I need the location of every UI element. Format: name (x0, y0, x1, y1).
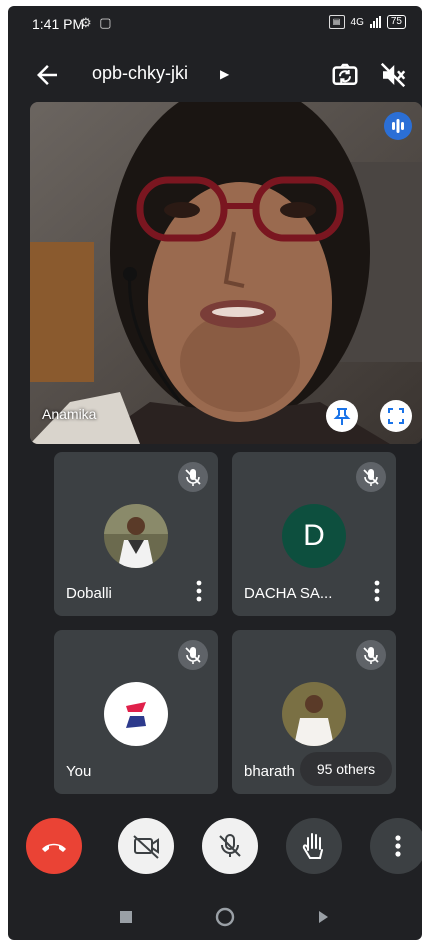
status-right-group: ▤ 4G 75 (328, 15, 406, 29)
back-icon[interactable] (319, 911, 328, 923)
fullscreen-button[interactable] (380, 400, 412, 432)
meeting-code[interactable]: opb-chky-jki (92, 63, 188, 84)
nav-buttons (120, 907, 328, 927)
camera-toggle-button[interactable] (118, 818, 174, 874)
end-call-button[interactable] (26, 818, 82, 874)
speaking-indicator-icon (384, 112, 412, 140)
main-speaker-name: Anamika (42, 406, 97, 422)
phone-screen: 1:41 PM ⚙ ▢ ▤ 4G 75 opb-chky-jki ▶ Anami… (8, 6, 422, 940)
participant-name: Doballi (66, 585, 112, 602)
main-speaker-video[interactable]: Anamika (30, 102, 422, 444)
avatar (104, 504, 168, 568)
participant-name: You (66, 763, 92, 780)
status-time: 1:41 PM (32, 16, 85, 32)
meeting-details-caret-icon[interactable]: ▶ (220, 67, 229, 81)
signal-icon (369, 16, 381, 28)
mic-off-icon (178, 640, 208, 670)
status-notification-icons: ⚙ ▢ (80, 15, 114, 30)
volume-off-icon[interactable] (378, 60, 408, 90)
more-vert-icon[interactable] (374, 580, 380, 602)
raise-hand-icon (302, 833, 323, 859)
more-vert-icon[interactable] (196, 580, 202, 602)
participant-name: bharath (244, 763, 295, 780)
battery-icon: 75 (386, 15, 406, 29)
mic-off-icon (356, 640, 386, 670)
recents-icon[interactable] (120, 911, 132, 923)
vibrate-icon: ▤ (328, 15, 345, 29)
end-call-icon (42, 843, 66, 852)
avatar-initial: D (282, 504, 346, 568)
mic-off-icon (356, 462, 386, 492)
raise-hand-button[interactable] (286, 818, 342, 874)
more-options-button[interactable] (370, 818, 422, 874)
fullscreen-icon (388, 408, 404, 424)
mic-off-icon (219, 834, 241, 857)
back-arrow-icon[interactable] (32, 60, 62, 90)
camera-off-icon (133, 835, 159, 859)
participant-tile[interactable]: Doballi (54, 452, 218, 616)
status-bar: 1:41 PM ⚙ ▢ ▤ 4G 75 (8, 6, 422, 40)
pin-button[interactable] (326, 400, 358, 432)
mic-toggle-button[interactable] (202, 818, 258, 874)
avatar (104, 682, 168, 746)
pin-icon (333, 408, 351, 425)
avatar (282, 682, 346, 746)
participant-tile[interactable]: D DACHA SA... (232, 452, 396, 616)
network-type: 4G (350, 16, 364, 28)
participant-name: DACHA SA... (244, 585, 333, 602)
meeting-top-bar: opb-chky-jki ▶ (8, 50, 422, 98)
speaker-video-image (30, 102, 422, 444)
others-count-badge[interactable]: 95 others (300, 752, 392, 786)
mic-off-icon (178, 462, 208, 492)
switch-camera-icon[interactable] (330, 60, 360, 90)
more-vert-icon (395, 835, 401, 857)
system-nav-bar (8, 884, 422, 940)
participant-tile-self[interactable]: You (54, 630, 218, 794)
home-icon[interactable] (215, 907, 235, 927)
